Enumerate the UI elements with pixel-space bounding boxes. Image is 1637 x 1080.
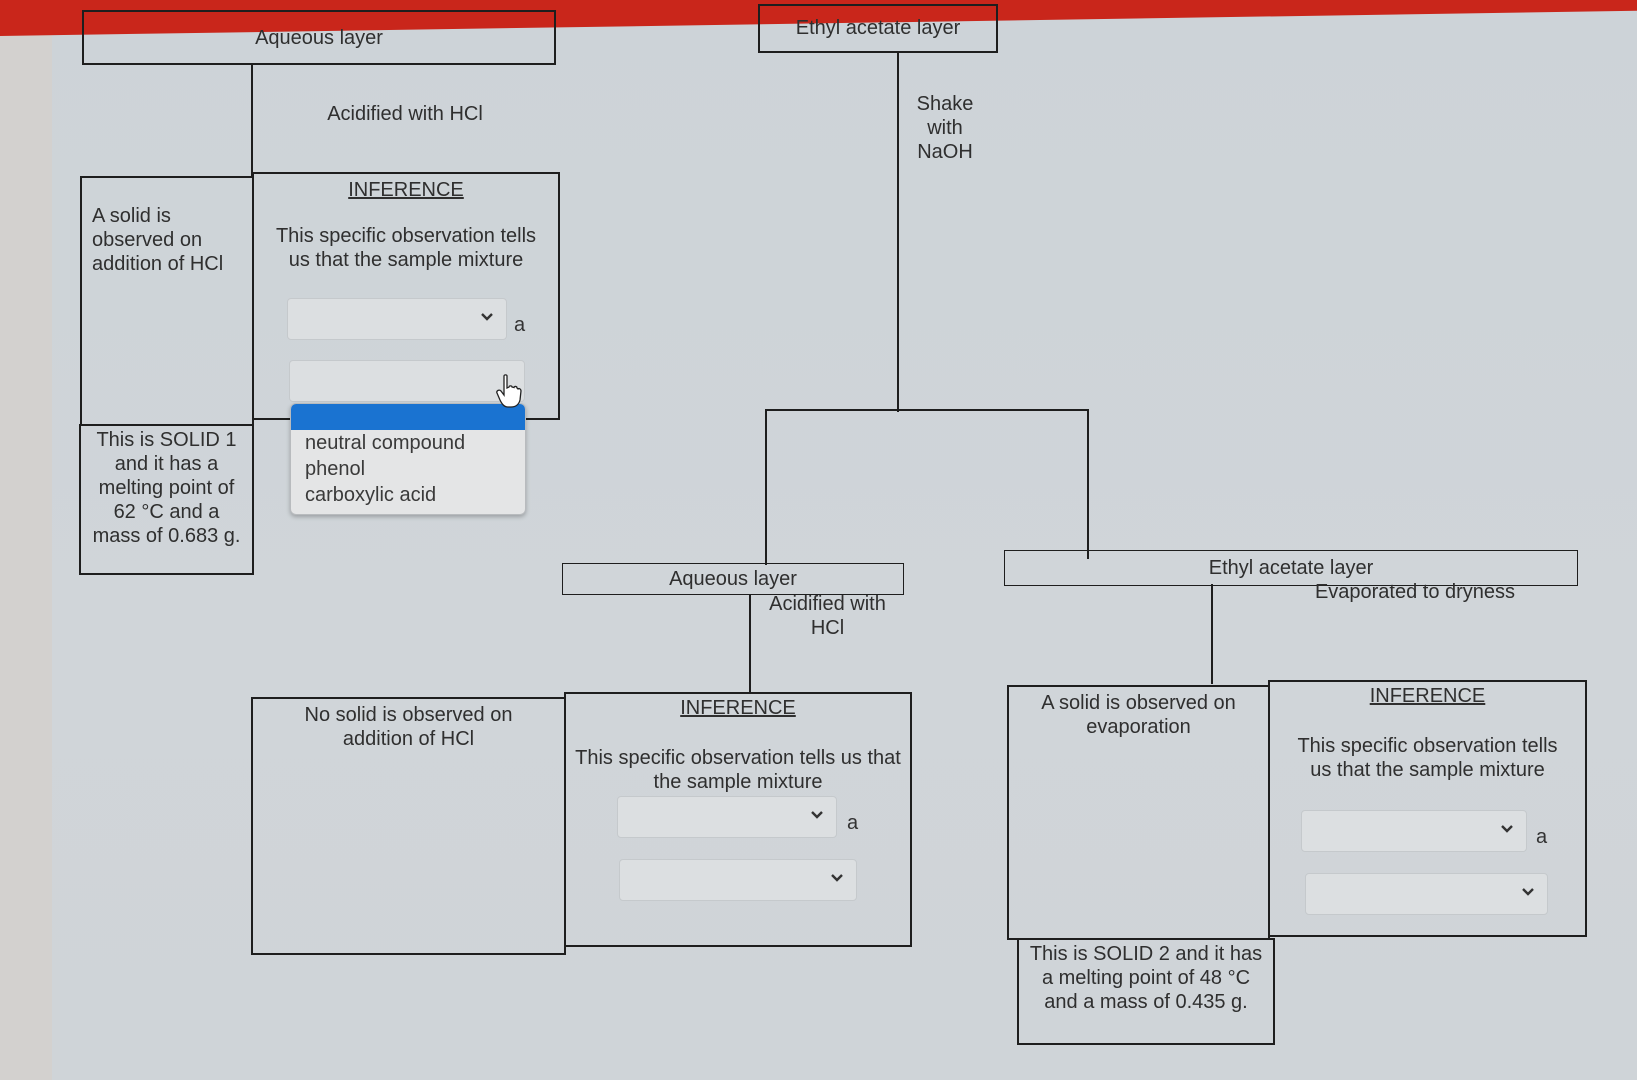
top-ethyl-acetate-layer-label: Ethyl acetate layer: [795, 17, 961, 39]
middle-inference-heading: INFERENCE: [680, 697, 796, 719]
branch-line: [765, 409, 1089, 411]
connector-line: [1211, 584, 1213, 684]
top-acidified-label: Acidified with HCl: [327, 103, 483, 125]
right-inference-heading: INFERENCE: [1369, 685, 1486, 707]
middle-inference-select-2[interactable]: [619, 859, 857, 901]
solid-2-note: This is SOLID 2 and it has a melting poi…: [1029, 943, 1263, 1013]
chevron-down-icon: [831, 874, 843, 882]
top-aqueous-layer-label: Aqueous layer: [255, 27, 383, 49]
solid-1-note: This is SOLID 1 and it has a melting poi…: [92, 429, 241, 547]
chevron-down-icon: [1522, 888, 1534, 896]
right-inference-body: This specific observation tells us that …: [1297, 735, 1558, 781]
shake-with-naoh-label: Shake with NaOH: [900, 92, 990, 164]
dropdown-option-phenol[interactable]: phenol: [291, 456, 525, 482]
dropdown-option-carboxylic-acid[interactable]: carboxylic acid: [291, 482, 525, 508]
right-observation-box: A solid is observed on evaporation: [1007, 685, 1270, 940]
connector-line: [765, 409, 767, 565]
top-ethyl-acetate-layer-box: Ethyl acetate layer: [758, 4, 998, 53]
connector-line: [251, 64, 253, 178]
right-article-label: a: [1536, 826, 1548, 848]
middle-observation-text: No solid is observed on addition of HCl: [304, 704, 513, 750]
right-inference-select-1[interactable]: [1301, 810, 1527, 852]
shake-line-1: Shake: [916, 93, 974, 115]
connector-line: [1087, 409, 1089, 559]
hand-cursor-icon: [496, 374, 522, 408]
middle-acidified-label: Acidified with HCl: [769, 593, 886, 639]
shake-line-2: with: [927, 117, 963, 139]
chevron-down-icon: [481, 313, 493, 321]
connector-line: [897, 52, 899, 412]
top-inference-select-2[interactable]: [289, 360, 525, 402]
top-inference-heading: INFERENCE: [348, 179, 464, 201]
right-observation-text: A solid is observed on evaporation: [1041, 692, 1236, 738]
middle-aqueous-layer-label: Aqueous layer: [669, 568, 797, 590]
middle-article-label: a: [847, 812, 859, 834]
chevron-down-icon: [1501, 825, 1513, 833]
connector-line: [749, 594, 751, 694]
middle-aqueous-layer-box: Aqueous layer: [562, 563, 904, 595]
top-inference-select-1[interactable]: [287, 298, 507, 340]
top-select-2-dropdown: neutral compound phenol carboxylic acid: [290, 403, 526, 515]
middle-inference-body: This specific observation tells us that …: [575, 747, 901, 793]
chevron-down-icon: [811, 811, 823, 819]
top-observation-box: A solid is observed on addition of HCl: [80, 176, 254, 426]
dropdown-option-neutral-compound[interactable]: neutral compound: [291, 430, 525, 456]
top-article-label: a: [514, 314, 526, 336]
top-inference-body: This specific observation tells us that …: [275, 225, 537, 271]
top-observation-text: A solid is observed on addition of HCl: [92, 205, 224, 275]
solid-1-box: This is SOLID 1 and it has a melting poi…: [79, 424, 254, 575]
middle-observation-box: No solid is observed on addition of HCl: [251, 697, 566, 955]
solid-2-box: This is SOLID 2 and it has a melting poi…: [1017, 938, 1275, 1045]
evaporated-label: Evaporated to dryness: [1314, 581, 1516, 603]
right-inference-select-2[interactable]: [1305, 873, 1548, 915]
left-margin: [0, 0, 52, 1080]
middle-inference-select-1[interactable]: [617, 796, 837, 838]
dropdown-option-blank-highlighted[interactable]: [291, 404, 525, 430]
right-ethyl-acetate-layer-label: Ethyl acetate layer: [1208, 557, 1374, 579]
top-aqueous-layer-box: Aqueous layer: [82, 10, 556, 65]
shake-line-3: NaOH: [917, 141, 973, 163]
